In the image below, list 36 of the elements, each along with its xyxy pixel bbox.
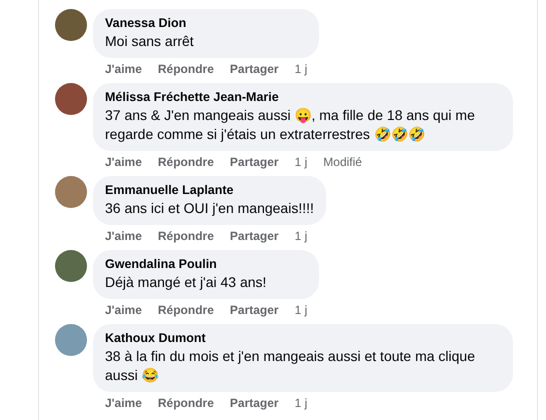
author-name[interactable]: Gwendalina Poulin xyxy=(105,256,308,273)
action-link[interactable]: Partager xyxy=(230,395,279,411)
timestamp: 1 j xyxy=(294,61,308,77)
action-link[interactable]: Partager xyxy=(230,302,279,318)
avatar[interactable] xyxy=(55,250,87,282)
action-link[interactable]: Répondre xyxy=(158,302,214,318)
action-link[interactable]: J'aime xyxy=(105,61,142,77)
comment-text: Moi sans arrêt xyxy=(105,32,195,51)
action-link[interactable]: Partager xyxy=(230,61,279,77)
action-link[interactable]: Répondre xyxy=(158,61,214,77)
edited-label: Modifié xyxy=(323,154,362,170)
avatar[interactable] xyxy=(55,176,87,208)
avatar[interactable] xyxy=(55,9,87,41)
comment-text: 36 ans ici et OUI j'en mangeais!!!! xyxy=(105,199,314,218)
timestamp: 1 j xyxy=(294,302,308,318)
action-link[interactable]: J'aime xyxy=(105,302,142,318)
timestamp: 1 j xyxy=(294,154,308,170)
action-link[interactable]: Répondre xyxy=(158,395,214,411)
timestamp: 1 j xyxy=(294,395,308,411)
action-link[interactable]: Partager xyxy=(230,154,279,170)
comment-text: 38 à la fin du mois et j'en mangeais aussi et toute ma clique aussi 😂 xyxy=(105,347,476,385)
author-name[interactable]: Mélissa Fréchette Jean-Marie xyxy=(105,89,501,106)
author-name[interactable]: Vanessa Dion xyxy=(105,15,308,32)
avatar[interactable] xyxy=(55,83,87,115)
action-link[interactable]: J'aime xyxy=(105,154,142,170)
comment-text: Déjà mangé et j'ai 43 ans! xyxy=(105,273,268,292)
comment-text: 37 ans & J'en mangeais aussi 😛, ma fille de 18 ans qui me regarde comme si j'étais un extraterrestres 🤣🤣🤣 xyxy=(105,106,476,144)
author-name[interactable]: Kathoux Dumont xyxy=(105,330,501,347)
action-link[interactable]: Répondre xyxy=(158,154,214,170)
author-name[interactable]: Emmanuelle Laplante xyxy=(105,182,314,199)
action-link[interactable]: J'aime xyxy=(105,395,142,411)
action-link[interactable]: Partager xyxy=(230,228,279,244)
avatar[interactable] xyxy=(55,324,87,356)
action-link[interactable]: Répondre xyxy=(158,228,214,244)
timestamp: 1 j xyxy=(294,228,308,244)
action-link[interactable]: J'aime xyxy=(105,228,142,244)
